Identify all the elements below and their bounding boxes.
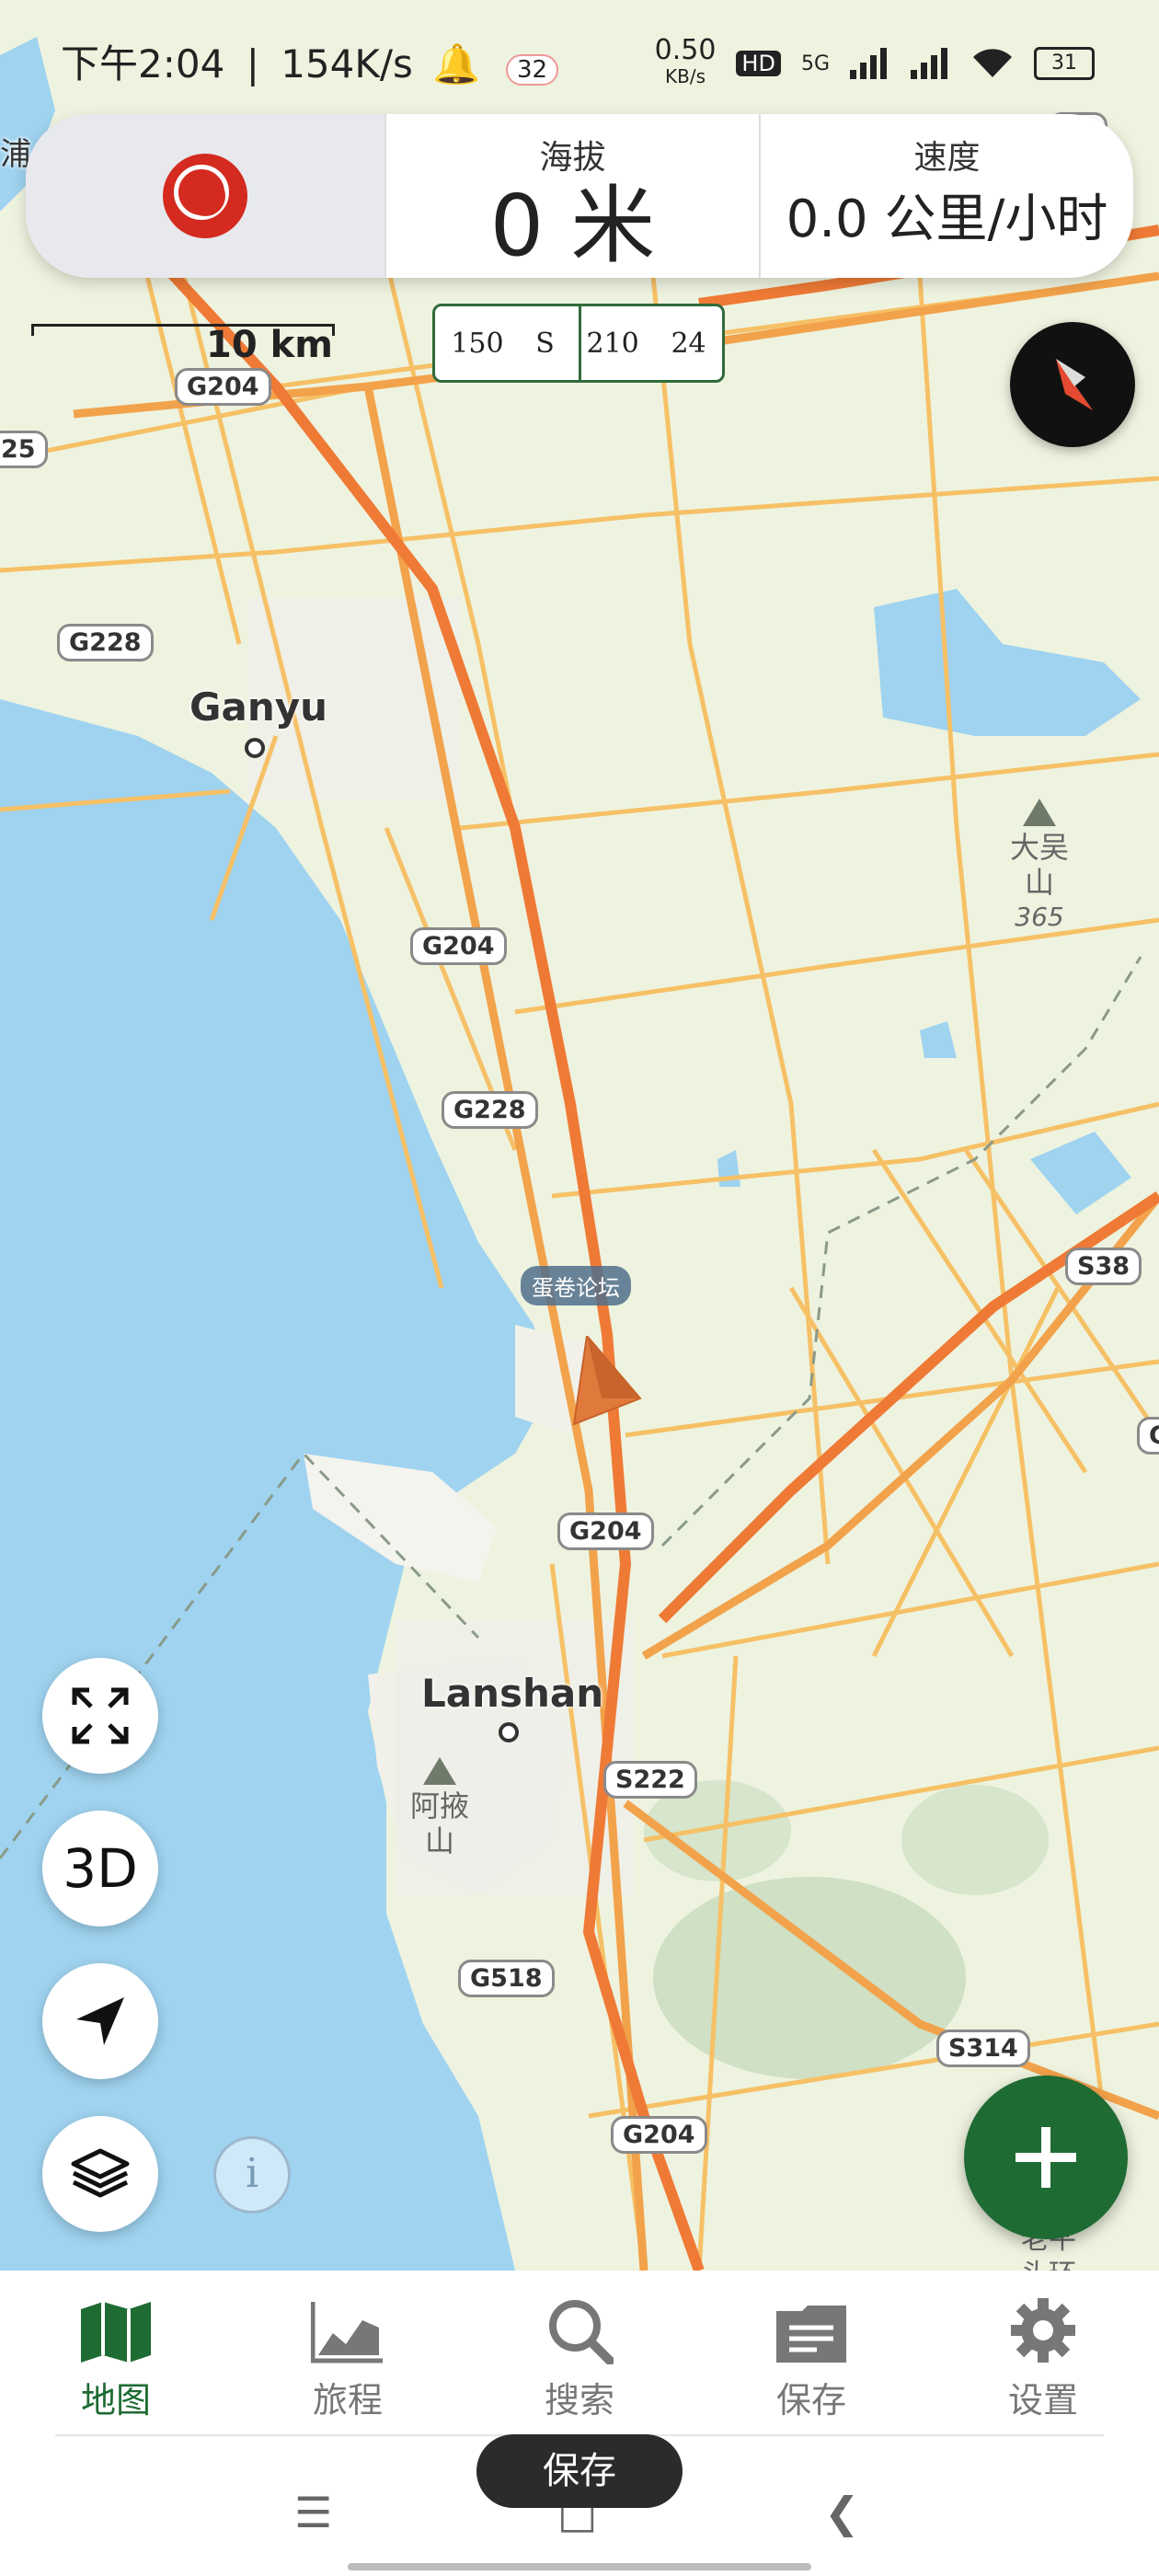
save-toast: 保存 (476, 2434, 683, 2508)
heading-tick: 24 (671, 327, 706, 360)
nav-label: 旅程 (312, 2380, 383, 2421)
home-indicator[interactable] (348, 2563, 811, 2570)
place-dot-ganyu (245, 738, 265, 758)
3d-toggle-button[interactable]: 3D (42, 1811, 158, 1926)
record-button[interactable] (163, 154, 247, 238)
bell-icon: 🔔 (432, 41, 481, 86)
signal-icon (850, 48, 887, 79)
peak-marker-aba: 阿掖 山 (403, 1757, 476, 1858)
nav-label: 搜索 (544, 2380, 614, 2421)
nav-item-settings[interactable]: 设置 (927, 2271, 1159, 2436)
peak-name: 大吴 (1009, 830, 1069, 865)
battery-icon: 31 (1034, 47, 1095, 80)
layers-button[interactable] (42, 2116, 158, 2232)
layers-icon (71, 2148, 130, 2198)
status-divider: | (246, 41, 259, 86)
heading-indicator (579, 306, 581, 380)
road-shield-s222: S222 (603, 1761, 697, 1799)
scale-label: 10 km (206, 324, 333, 366)
nav-item-map[interactable]: 地图 (0, 2271, 232, 2436)
speed-label: 速度 (913, 139, 981, 177)
gear-icon (927, 2293, 1159, 2364)
record-cell (26, 114, 384, 278)
nav-label: 保存 (775, 2380, 846, 2421)
peak-name: 山 (1024, 865, 1054, 900)
road-shield-s38: S38 (1065, 1248, 1142, 1285)
notification-badge: 32 (505, 54, 559, 86)
road-shield-edge: 25 (0, 431, 48, 468)
network-label: 5G (800, 52, 830, 75)
data-rate-unit: KB/s (665, 65, 706, 87)
plus-icon (1016, 2127, 1076, 2188)
heading-tick: S (535, 327, 555, 360)
status-bar: 下午2:04 | 154K/s 🔔 32 0.50 KB/s HD 5G 31 (0, 0, 1159, 110)
road-shield-g204: G204 (557, 1512, 654, 1550)
nav-item-journey[interactable]: 旅程 (232, 2271, 464, 2436)
map-icon (0, 2293, 232, 2364)
speed-stat: 速度 0.0 公里/小时 (759, 114, 1133, 278)
road-shield-g518: G518 (458, 1960, 555, 1997)
expand-icon (72, 1687, 129, 1744)
folder-icon (695, 2293, 927, 2364)
locate-button[interactable] (42, 1963, 158, 2079)
fullscreen-button[interactable] (42, 1658, 158, 1774)
speed-value: 0.0 公里/小时 (786, 190, 1108, 249)
wifi-icon (973, 49, 1012, 77)
road-shield-g204: G204 (175, 368, 271, 406)
signal-icon (911, 48, 947, 79)
nav-item-saved[interactable]: 保存 (695, 2271, 927, 2436)
search-icon (464, 2293, 695, 2364)
hd-icon: HD (736, 51, 781, 76)
navigation-arrow-icon (76, 1997, 124, 2045)
peak-marker-dawu: 大吴 山 365 (1003, 799, 1076, 935)
status-data-rate: 0.50 KB/s (655, 37, 717, 88)
road-shield-edge: G (1137, 1417, 1159, 1455)
mountain-icon (1023, 799, 1056, 826)
info-button[interactable]: i (213, 2136, 291, 2214)
stats-panel: 海拔 0 米 速度 0.0 公里/小时 (26, 114, 1133, 278)
menu-icon[interactable]: ☰ (294, 2488, 332, 2537)
road-shield-g228: G228 (442, 1091, 538, 1129)
status-time: 下午2:04 (61, 41, 225, 86)
place-dot-lanshan (499, 1722, 519, 1742)
heading-strip: 150 S 210 24 (432, 304, 725, 383)
road-shield-g204: G204 (611, 2116, 707, 2154)
nav-label: 设置 (1007, 2380, 1078, 2421)
mountain-icon (423, 1757, 456, 1785)
altitude-stat: 海拔 0 米 (384, 114, 759, 278)
watermark-badge: 蛋卷论坛 (521, 1266, 631, 1305)
status-net-speed: 154K/s (281, 41, 413, 86)
peak-elevation: 365 (1015, 902, 1064, 932)
back-icon[interactable]: ❮ (824, 2488, 860, 2537)
altitude-label: 海拔 (539, 139, 606, 177)
data-rate-value: 0.50 (654, 34, 717, 66)
compass-button[interactable] (1010, 322, 1135, 447)
status-right: 0.50 KB/s HD 5G 31 (655, 37, 1095, 88)
place-label-ganyu: Ganyu (189, 684, 327, 730)
nav-item-search[interactable]: 搜索 (464, 2271, 695, 2436)
nav-label: 地图 (80, 2380, 151, 2421)
heading-tick: 150 (451, 327, 504, 360)
chart-icon (232, 2293, 464, 2364)
peak-name: 阿掖 (409, 1788, 469, 1823)
altitude-value: 0 米 (489, 177, 656, 275)
road-shield-g228: G228 (57, 624, 154, 661)
place-label-lanshan: Lanshan (421, 1671, 604, 1716)
current-location-icon (572, 1336, 642, 1426)
road-shield-g204: G204 (410, 927, 507, 965)
compass-icon (1056, 359, 1093, 410)
heading-tick: 210 (586, 327, 639, 360)
road-shield-s314: S314 (936, 2030, 1030, 2067)
bottom-nav: 地图 旅程 搜索 保存 设置 (0, 2271, 1159, 2436)
status-left: 下午2:04 | 154K/s 🔔 32 (61, 33, 559, 89)
add-button[interactable] (964, 2076, 1128, 2239)
peak-name: 山 (424, 1823, 454, 1858)
